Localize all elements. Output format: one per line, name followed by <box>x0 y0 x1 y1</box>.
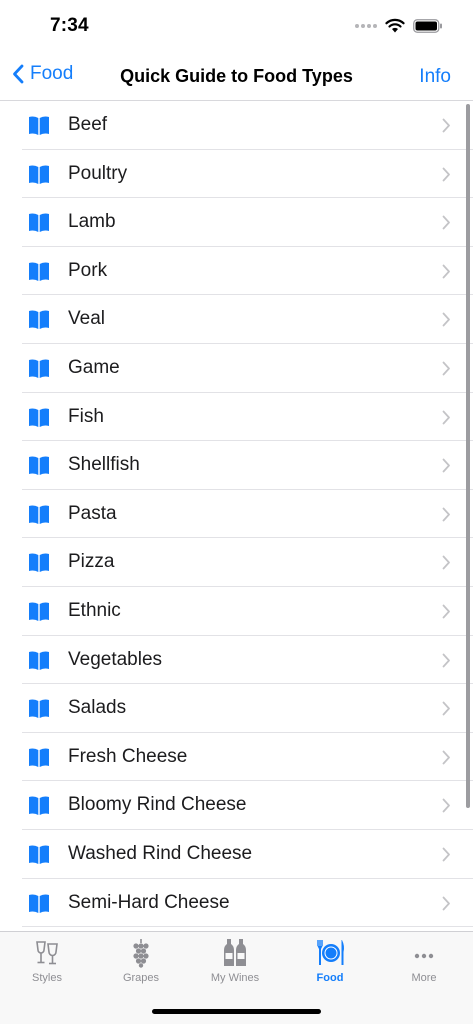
list-item[interactable]: Poultry <box>0 150 473 199</box>
food-type-list: Beef Poultry Lamb Pork Veal Game Fish Shellfish… <box>0 101 473 931</box>
chevron-right-icon <box>442 410 451 425</box>
list-item-label: Salads <box>68 697 127 719</box>
tab-more[interactable]: More <box>377 938 471 988</box>
book-icon <box>28 746 50 768</box>
list-item[interactable]: Game <box>0 344 473 393</box>
wine-glasses-icon <box>36 941 58 965</box>
tab-label: Styles <box>32 972 62 984</box>
tab-label: My Wines <box>210 972 260 984</box>
list-item[interactable]: Pork <box>0 247 473 296</box>
list-item-label: Veal <box>68 308 105 330</box>
list-item-label: Pizza <box>68 551 115 573</box>
chevron-right-icon <box>442 750 451 765</box>
page-title: Quick Guide to Food Types <box>120 66 353 86</box>
chevron-right-icon <box>442 507 451 522</box>
chevron-right-icon <box>442 167 451 182</box>
list-item[interactable]: Fresh Cheese <box>0 733 473 782</box>
list-item-label: Lamb <box>68 211 116 233</box>
chevron-right-icon <box>442 701 451 716</box>
book-icon <box>28 357 50 379</box>
chevron-right-icon <box>442 604 451 619</box>
status-icons <box>355 18 443 33</box>
chevron-right-icon <box>442 653 451 668</box>
list-item[interactable]: Salads <box>0 684 473 733</box>
list-item[interactable]: Beef <box>0 101 473 150</box>
info-button[interactable]: Info <box>419 66 451 88</box>
list-item[interactable]: Fish <box>0 393 473 442</box>
battery-icon <box>413 18 442 33</box>
list-item-label: Ethnic <box>68 599 121 621</box>
book-icon <box>28 794 50 816</box>
chevron-right-icon <box>442 264 451 279</box>
navigation-bar: Food Quick Guide to Food Types Info <box>0 54 473 101</box>
tab-label: Food <box>316 972 344 984</box>
chevron-right-icon <box>442 215 451 230</box>
list-item[interactable]: Washed Rind Cheese <box>0 830 473 879</box>
chevron-right-icon <box>442 847 451 862</box>
grapes-icon <box>133 939 149 968</box>
signal-icon <box>355 23 377 28</box>
list-item[interactable]: Veal <box>0 295 473 344</box>
tab-label: Grapes <box>122 972 160 984</box>
list-item-label: Shellfish <box>68 454 140 476</box>
chevron-right-icon <box>442 798 451 813</box>
tab-food[interactable]: Food <box>283 938 377 988</box>
chevron-right-icon <box>442 555 451 570</box>
book-icon <box>28 600 50 622</box>
chevron-right-icon <box>442 118 451 133</box>
book-icon <box>28 454 50 476</box>
plate-fork-knife-icon <box>317 940 344 965</box>
list-item-label: Pork <box>68 259 108 281</box>
list-item-label: Semi-Hard Cheese <box>68 891 230 913</box>
list-item-label: Bloomy Rind Cheese <box>68 794 247 816</box>
more-dots-icon <box>414 953 434 959</box>
list-item-label: Poultry <box>68 162 128 184</box>
scrollbar[interactable] <box>466 104 470 808</box>
list-item[interactable]: Bloomy Rind Cheese <box>0 781 473 830</box>
status-bar: 7:34 <box>0 0 473 54</box>
wifi-icon <box>385 18 405 33</box>
list-item-label: Vegetables <box>68 648 163 670</box>
list-item[interactable]: Pizza <box>0 538 473 587</box>
book-icon <box>28 114 50 136</box>
list-item-label: Game <box>68 356 120 378</box>
list-item-label: Fish <box>68 405 104 427</box>
list-item[interactable]: Vegetables <box>0 636 473 685</box>
list-item-label: Washed Rind Cheese <box>68 842 253 864</box>
book-icon <box>28 892 50 914</box>
wine-bottles-icon <box>224 939 246 966</box>
book-icon <box>28 649 50 671</box>
book-icon <box>28 211 50 233</box>
list-item[interactable]: Shellfish <box>0 441 473 490</box>
book-icon <box>28 406 50 428</box>
book-icon <box>28 163 50 185</box>
chevron-right-icon <box>442 361 451 376</box>
list-item-label: Beef <box>68 114 108 135</box>
tab-styles[interactable]: Styles <box>0 938 94 988</box>
chevron-right-icon <box>442 458 451 473</box>
list-item[interactable]: Ethnic <box>0 587 473 636</box>
book-icon <box>28 551 50 573</box>
book-icon <box>28 843 50 865</box>
book-icon <box>28 503 50 525</box>
tab-grapes[interactable]: Grapes <box>94 938 188 988</box>
list-item[interactable]: Semi-Hard Cheese <box>0 879 473 928</box>
status-time: 7:34 <box>50 15 89 36</box>
tab-my-wines[interactable]: My Wines <box>188 938 282 988</box>
list-item[interactable]: Lamb <box>0 198 473 247</box>
tab-label: More <box>411 972 437 984</box>
book-icon <box>28 697 50 719</box>
chevron-right-icon <box>442 896 451 911</box>
book-icon <box>28 308 50 330</box>
chevron-right-icon <box>442 312 451 327</box>
list-item[interactable]: Pasta <box>0 490 473 539</box>
list-item-label: Pasta <box>68 502 117 524</box>
book-icon <box>28 260 50 282</box>
home-indicator[interactable] <box>152 1009 321 1014</box>
list-item-label: Fresh Cheese <box>68 745 188 767</box>
